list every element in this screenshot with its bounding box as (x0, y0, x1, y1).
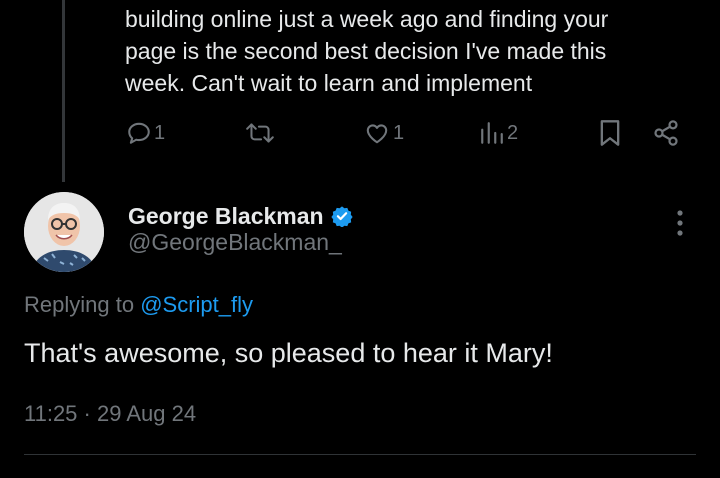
reply-tweet-text: That's awesome, so pleased to hear it Ma… (24, 338, 553, 368)
views-button[interactable]: 2 (479, 113, 518, 153)
retweet-icon (246, 123, 274, 143)
timestamp-separator: · (77, 401, 97, 426)
replying-to-mention-link[interactable]: @Script_fly (140, 292, 253, 317)
reply-icon (128, 122, 150, 144)
parent-tweet-text: building online just a week ago and find… (125, 3, 685, 99)
parent-tweet-action-bar: 1 1 2 (0, 113, 720, 153)
like-count: 1 (393, 121, 405, 144)
share-icon (654, 120, 678, 146)
bookmark-icon (600, 120, 620, 146)
tweet-date: 29 Aug 24 (96, 401, 197, 426)
reply-count: 1 (154, 121, 166, 144)
more-vertical-icon (677, 210, 683, 236)
views-count: 2 (507, 121, 519, 144)
parent-tweet-line-2: page is the second best decision I've ma… (125, 38, 607, 64)
tweet-timestamp[interactable]: 11:25 · 29 Aug 24 (24, 401, 196, 427)
views-icon (481, 122, 503, 144)
avatar[interactable] (24, 192, 104, 272)
author-name-row: George Blackman (128, 200, 353, 232)
author-display-name[interactable]: George Blackman (128, 203, 324, 230)
parent-tweet-line-3: week. Can't wait to learn and implement (125, 70, 533, 96)
like-button[interactable]: 1 (363, 113, 404, 153)
divider (24, 454, 696, 455)
like-icon (366, 124, 388, 144)
replying-to-prefix: Replying to (24, 292, 141, 317)
verified-badge-icon (330, 206, 353, 227)
reply-button[interactable]: 1 (126, 113, 165, 153)
author-handle[interactable]: @GeorgeBlackman_ (128, 229, 342, 256)
retweet-button[interactable] (244, 113, 276, 153)
more-options-button[interactable] (664, 206, 696, 240)
share-button[interactable] (652, 113, 680, 153)
parent-tweet-line-1: building online just a week ago and find… (125, 6, 609, 32)
thread-connector-line (62, 0, 65, 182)
replying-to-line: Replying to @Script_fly (24, 292, 253, 318)
bookmark-button[interactable] (598, 113, 622, 153)
avatar-image (24, 192, 104, 272)
tweet-time: 11:25 (24, 401, 78, 426)
